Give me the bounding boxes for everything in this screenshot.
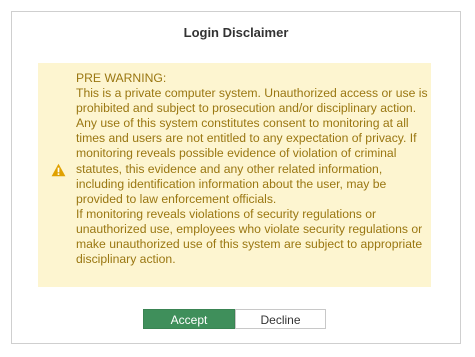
warning-box: PRE WARNING: This is a private computer … bbox=[38, 63, 431, 287]
warning-text: PRE WARNING: This is a private computer … bbox=[76, 71, 428, 267]
login-disclaimer-dialog: Login Disclaimer PRE WARNING: This is a … bbox=[11, 11, 461, 344]
accept-button[interactable]: Accept bbox=[143, 309, 235, 329]
warning-heading: PRE WARNING: bbox=[76, 71, 167, 85]
dialog-title: Login Disclaimer bbox=[183, 25, 289, 40]
warning-paragraph-2: If monitoring reveals violations of secu… bbox=[76, 206, 423, 267]
decline-button[interactable]: Decline bbox=[235, 309, 326, 329]
warning-triangle-icon bbox=[51, 163, 66, 177]
button-bar: Accept Decline bbox=[12, 309, 460, 329]
warning-paragraph-1: This is a private computer system. Unaut… bbox=[76, 86, 428, 206]
